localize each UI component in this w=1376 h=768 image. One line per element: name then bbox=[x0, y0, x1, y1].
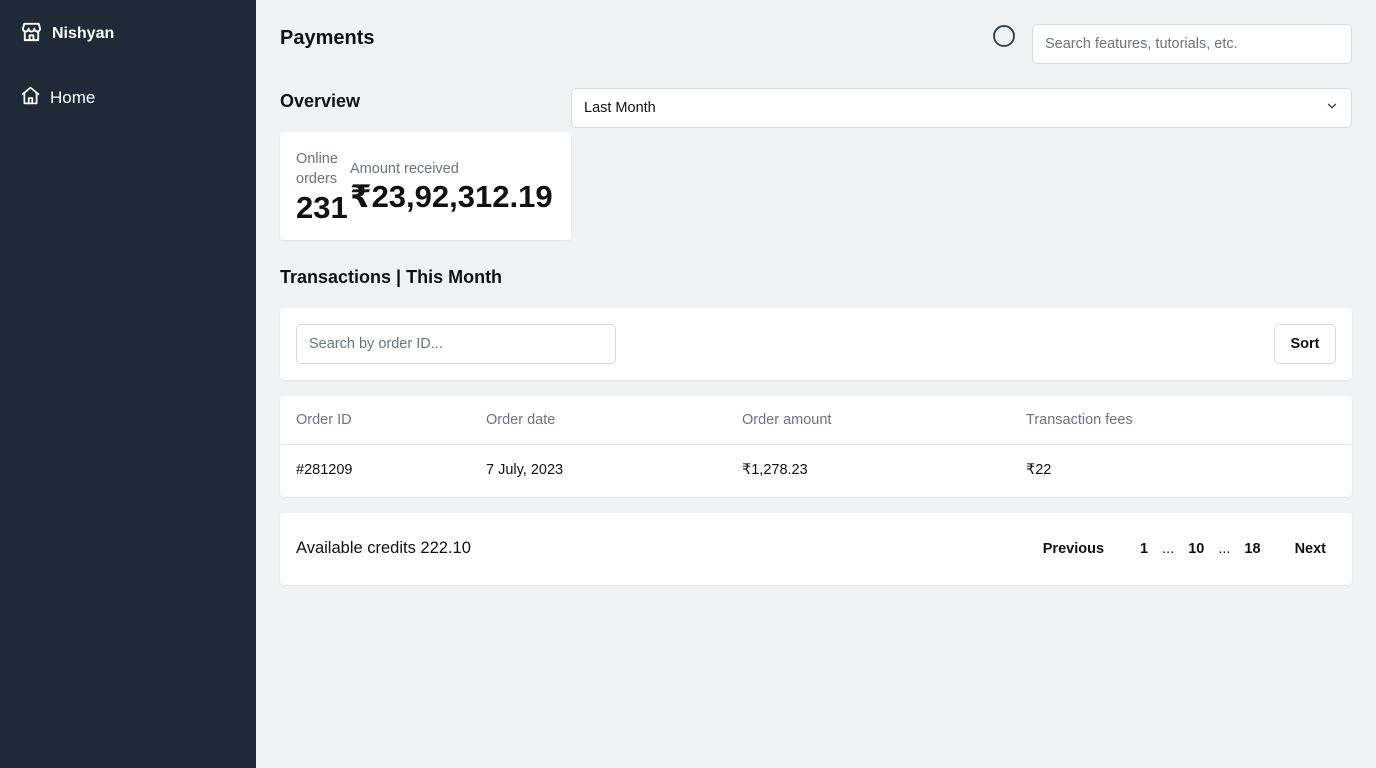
brand-name: Nishyan bbox=[52, 25, 115, 42]
pagination-page-18[interactable]: 18 bbox=[1234, 533, 1270, 565]
pagination-ellipsis: ... bbox=[1162, 541, 1175, 557]
column-header-transaction-fees: Transaction fees bbox=[1026, 396, 1352, 445]
transactions-table: Order ID Order date Order amount Transac… bbox=[280, 396, 1352, 497]
table-header-row: Order ID Order date Order amount Transac… bbox=[280, 396, 1352, 445]
order-id-search-input[interactable] bbox=[296, 324, 616, 364]
sidebar-item-home[interactable]: Home bbox=[20, 85, 95, 111]
stat-amount-label: Amount received bbox=[350, 161, 459, 177]
sort-button[interactable]: Sort bbox=[1274, 324, 1336, 364]
pagination-previous[interactable]: Previous bbox=[1033, 533, 1114, 565]
home-icon bbox=[20, 85, 41, 111]
pagination-page-1[interactable]: 1 bbox=[1130, 533, 1158, 565]
search-input[interactable] bbox=[1032, 24, 1352, 64]
period-select-value: Last Month bbox=[584, 100, 656, 116]
overview-stats-card: Online orders 231 Amount received ₹23,92… bbox=[280, 132, 571, 240]
stat-orders-label: Online orders bbox=[296, 151, 338, 187]
period-select[interactable]: Last Month bbox=[571, 88, 1352, 128]
column-header-order-amount: Order amount bbox=[742, 396, 1026, 445]
stat-online-orders: Online orders 231 bbox=[296, 149, 348, 225]
main-content: Payments Overview Last Month Online orde… bbox=[256, 0, 1376, 768]
store-icon bbox=[20, 20, 43, 48]
brand[interactable]: Nishyan bbox=[20, 20, 114, 48]
chevron-down-icon bbox=[1325, 99, 1339, 118]
stat-orders-value: 231 bbox=[296, 190, 348, 225]
loading-spinner-icon bbox=[993, 25, 1015, 47]
pagination: Previous 1 ... 10 ... 18 Next bbox=[1033, 513, 1336, 585]
cell-order-date: 7 July, 2023 bbox=[486, 462, 564, 479]
stat-amount-value: ₹23,92,312.19 bbox=[350, 179, 553, 214]
column-header-order-date: Order date bbox=[486, 396, 742, 445]
available-credits: Available credits 222.10 bbox=[296, 539, 471, 557]
overview-title: Overview bbox=[280, 91, 361, 111]
sidebar-item-label: Home bbox=[50, 88, 96, 107]
pagination-ellipsis: ... bbox=[1218, 541, 1231, 557]
cell-order-id: #281209 bbox=[296, 462, 353, 479]
stat-amount-received: Amount received ₹23,92,312.19 bbox=[350, 159, 553, 215]
cell-order-amount: ₹1,278.23 bbox=[742, 462, 808, 479]
transactions-filter-bar: Sort bbox=[280, 308, 1352, 380]
transactions-footer: Available credits 222.10 Previous 1 ... … bbox=[280, 513, 1352, 585]
pagination-next[interactable]: Next bbox=[1285, 533, 1336, 565]
page-title: Payments bbox=[280, 27, 375, 49]
column-header-order-id: Order ID bbox=[280, 396, 486, 445]
transactions-title: Transactions | This Month bbox=[280, 267, 503, 287]
cell-transaction-fees: ₹22 bbox=[1026, 462, 1052, 479]
pagination-page-10[interactable]: 10 bbox=[1178, 533, 1214, 565]
sidebar: Nishyan Home bbox=[0, 0, 256, 768]
table-row[interactable]: #281209 7 July, 2023 ₹1,278.23 ₹22 bbox=[280, 444, 1352, 496]
